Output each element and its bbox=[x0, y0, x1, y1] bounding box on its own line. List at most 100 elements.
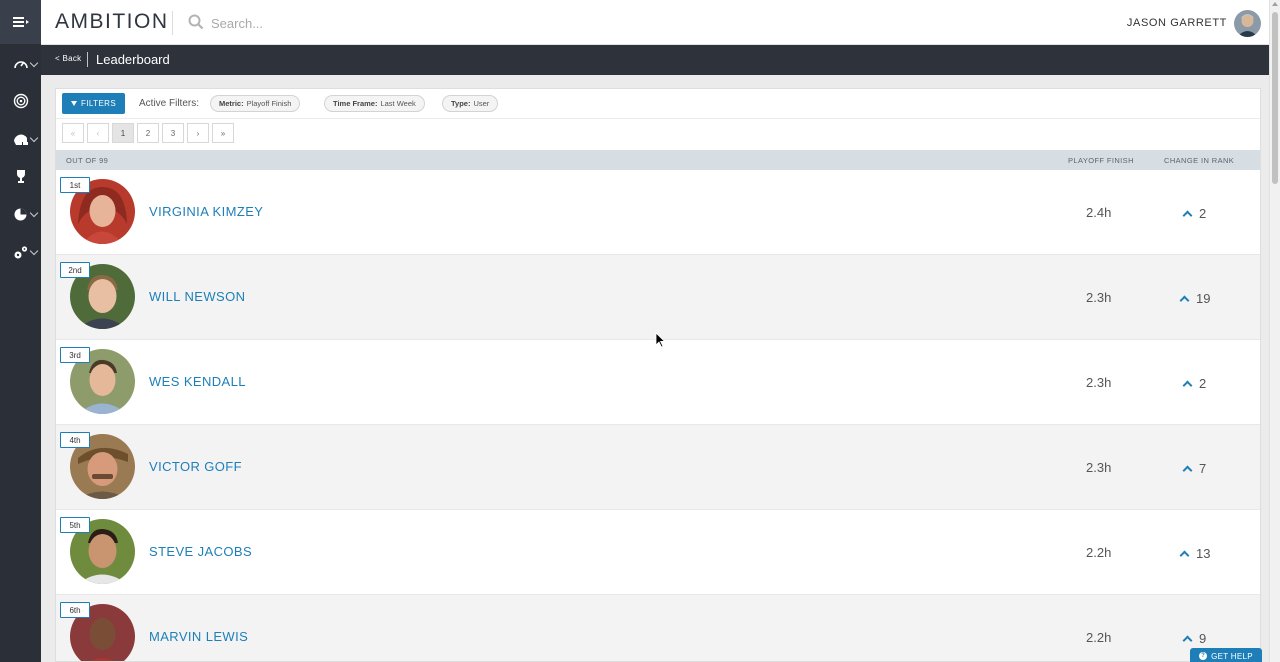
out-of-header: Out of 99 bbox=[66, 156, 109, 165]
nav-competitions[interactable] bbox=[0, 121, 41, 157]
caret-up-icon bbox=[1182, 380, 1193, 390]
header-divider bbox=[172, 11, 173, 35]
page-button-3[interactable]: 3 bbox=[162, 123, 184, 143]
speedometer-icon bbox=[13, 61, 28, 69]
rank-change: 2 bbox=[1182, 376, 1207, 391]
user-name[interactable]: Jason Garrett bbox=[1127, 17, 1227, 29]
helmet-icon bbox=[13, 134, 28, 145]
rank-change: 13 bbox=[1179, 546, 1211, 561]
caret-up-icon bbox=[1182, 210, 1193, 220]
rank-change: 9 bbox=[1182, 631, 1206, 646]
nav-trophies[interactable] bbox=[0, 158, 41, 194]
top-bar: AMBITION Jason Garrett bbox=[41, 0, 1269, 45]
filter-chip-metric[interactable]: Metric: Playoff Finish bbox=[210, 95, 301, 112]
last-page-button[interactable]: » bbox=[212, 123, 234, 143]
gears-icon bbox=[14, 245, 27, 258]
subheader-divider bbox=[87, 52, 88, 67]
filter-chip-timeframe[interactable]: Time Frame: Last Week bbox=[324, 95, 425, 112]
user-name-link[interactable]: Virginia Kimzey bbox=[149, 204, 263, 219]
rank-change: 2 bbox=[1182, 206, 1207, 221]
prev-page-button[interactable]: ‹ bbox=[87, 123, 109, 143]
rank-badge: 4th bbox=[60, 432, 90, 448]
caret-up-icon bbox=[1179, 295, 1190, 305]
leaderboard-panel: Filters Active Filters: Metric: Playoff F… bbox=[55, 88, 1261, 662]
back-link[interactable]: < Back bbox=[55, 54, 81, 63]
chip-key: Time Frame: bbox=[333, 99, 378, 108]
filter-chip-type[interactable]: Type: User bbox=[442, 95, 499, 112]
table-row[interactable]: 3rd Wes Kendall 2.3h 2 bbox=[56, 340, 1260, 425]
app-logo[interactable]: AMBITION bbox=[55, 10, 169, 34]
rank-badge: 1st bbox=[60, 177, 90, 193]
table-row[interactable]: 6th Marvin Lewis 2.2h 9 bbox=[56, 595, 1260, 661]
caret-up-icon bbox=[1182, 635, 1193, 645]
rank-badge: 3rd bbox=[60, 347, 90, 363]
mouse-cursor-icon bbox=[655, 332, 665, 348]
chevron-down-icon bbox=[29, 133, 39, 143]
filters-button[interactable]: Filters bbox=[62, 93, 126, 114]
first-page-button[interactable]: « bbox=[62, 123, 84, 143]
hamburger-icon bbox=[12, 17, 29, 27]
page-button-2[interactable]: 2 bbox=[137, 123, 159, 143]
rank-change-value: 13 bbox=[1196, 546, 1211, 561]
nav-settings[interactable] bbox=[0, 234, 41, 270]
table-row[interactable]: 2nd Will Newson 2.3h 19 bbox=[56, 255, 1260, 340]
change-column-header[interactable]: Change in Rank bbox=[1164, 156, 1234, 165]
metric-value: 2.4h bbox=[1086, 205, 1112, 220]
user-name-link[interactable]: Steve Jacobs bbox=[149, 544, 252, 559]
search-input[interactable] bbox=[211, 12, 511, 34]
get-help-button[interactable]: ? GET HELP bbox=[1190, 648, 1262, 662]
search-icon[interactable] bbox=[188, 14, 204, 30]
target-icon bbox=[13, 93, 28, 109]
chip-value: User bbox=[473, 99, 490, 108]
trophy-icon bbox=[16, 169, 25, 183]
chip-key: Metric: bbox=[219, 99, 244, 108]
user-name-link[interactable]: Wes Kendall bbox=[149, 374, 246, 389]
rank-change-value: 2 bbox=[1199, 206, 1207, 221]
rank-change: 7 bbox=[1182, 461, 1207, 476]
chevron-down-icon bbox=[29, 58, 39, 68]
funnel-icon bbox=[71, 101, 77, 106]
table-row[interactable]: 5th Steve Jacobs 2.2h 13 bbox=[56, 510, 1260, 595]
metric-value: 2.3h bbox=[1086, 290, 1112, 305]
chevron-down-icon bbox=[29, 208, 39, 218]
pagination: « ‹ 1 2 3 › » bbox=[62, 123, 234, 143]
caret-up-icon bbox=[1179, 550, 1190, 560]
filters-row: Filters Active Filters: Metric: Playoff F… bbox=[56, 89, 1260, 119]
next-page-button[interactable]: › bbox=[187, 123, 209, 143]
get-help-label: GET HELP bbox=[1211, 651, 1253, 661]
metric-value: 2.2h bbox=[1086, 630, 1112, 645]
page-scrollbar[interactable] bbox=[1269, 0, 1280, 662]
metric-value: 2.2h bbox=[1086, 545, 1112, 560]
active-filters-label: Active Filters: bbox=[139, 98, 200, 109]
user-avatar[interactable] bbox=[1234, 10, 1261, 37]
menu-toggle-button[interactable] bbox=[0, 0, 41, 44]
scroll-up-icon[interactable] bbox=[1272, 2, 1278, 6]
left-nav-rail bbox=[0, 0, 41, 662]
chevron-down-icon bbox=[29, 246, 39, 256]
user-name-link[interactable]: Marvin Lewis bbox=[149, 629, 248, 644]
metric-value: 2.3h bbox=[1086, 375, 1112, 390]
filters-button-label: Filters bbox=[81, 99, 117, 108]
chip-value: Last Week bbox=[380, 99, 416, 108]
metric-value: 2.3h bbox=[1086, 460, 1112, 475]
rank-change: 19 bbox=[1179, 291, 1211, 306]
table-row[interactable]: 1st Virginia Kimzey 2.4h 2 bbox=[56, 170, 1260, 255]
table-row[interactable]: 4th Victor Goff 2.3h 7 bbox=[56, 425, 1260, 510]
nav-reports[interactable] bbox=[0, 196, 41, 232]
nav-goals[interactable] bbox=[0, 83, 41, 119]
rank-change-value: 2 bbox=[1199, 376, 1207, 391]
metric-column-header[interactable]: Playoff Finish bbox=[1068, 156, 1134, 165]
table-header: Out of 99 Playoff Finish Change in Rank bbox=[56, 150, 1260, 170]
rank-change-value: 19 bbox=[1196, 291, 1211, 306]
scroll-thumb[interactable] bbox=[1272, 12, 1278, 184]
user-name-link[interactable]: Will Newson bbox=[149, 289, 245, 304]
nav-dashboard[interactable] bbox=[0, 46, 41, 82]
user-name-link[interactable]: Victor Goff bbox=[149, 459, 242, 474]
page-subheader: < Back Leaderboard bbox=[41, 45, 1269, 75]
pie-chart-icon bbox=[14, 208, 27, 220]
rank-badge: 6th bbox=[60, 602, 90, 618]
rank-badge: 5th bbox=[60, 517, 90, 533]
page-title: Leaderboard bbox=[96, 52, 170, 67]
page-button-1[interactable]: 1 bbox=[112, 123, 134, 143]
rank-change-value: 7 bbox=[1199, 461, 1207, 476]
